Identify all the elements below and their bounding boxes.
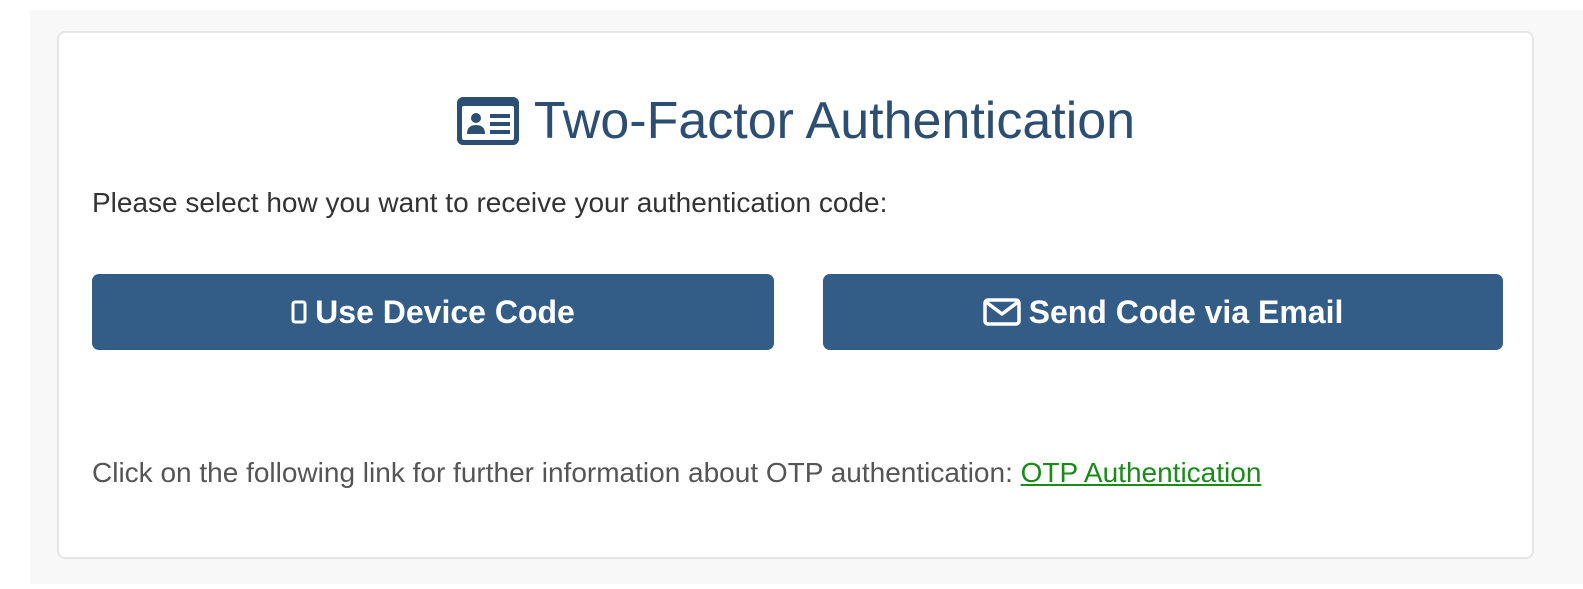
otp-info-text: Click on the following link for further … [92, 457, 1261, 489]
send-code-via-email-label: Send Code via Email [1028, 293, 1344, 330]
envelope-icon [982, 298, 1021, 326]
mobile-phone-icon [291, 299, 307, 325]
send-code-via-email-button[interactable]: Send Code via Email [823, 274, 1503, 350]
otp-authentication-link[interactable]: OTP Authentication [1021, 457, 1262, 488]
use-device-code-label: Use Device Code [315, 293, 575, 330]
card-header: Two-Factor Authentication [59, 95, 1532, 147]
page-title: Two-Factor Authentication [533, 92, 1136, 150]
two-factor-card: Two-Factor Authentication Please select … [57, 31, 1534, 559]
instruction-text: Please select how you want to receive yo… [92, 187, 888, 218]
id-card-icon [456, 96, 520, 146]
otp-info-label: Click on the following link for further … [92, 457, 1021, 488]
use-device-code-button[interactable]: Use Device Code [92, 274, 774, 350]
